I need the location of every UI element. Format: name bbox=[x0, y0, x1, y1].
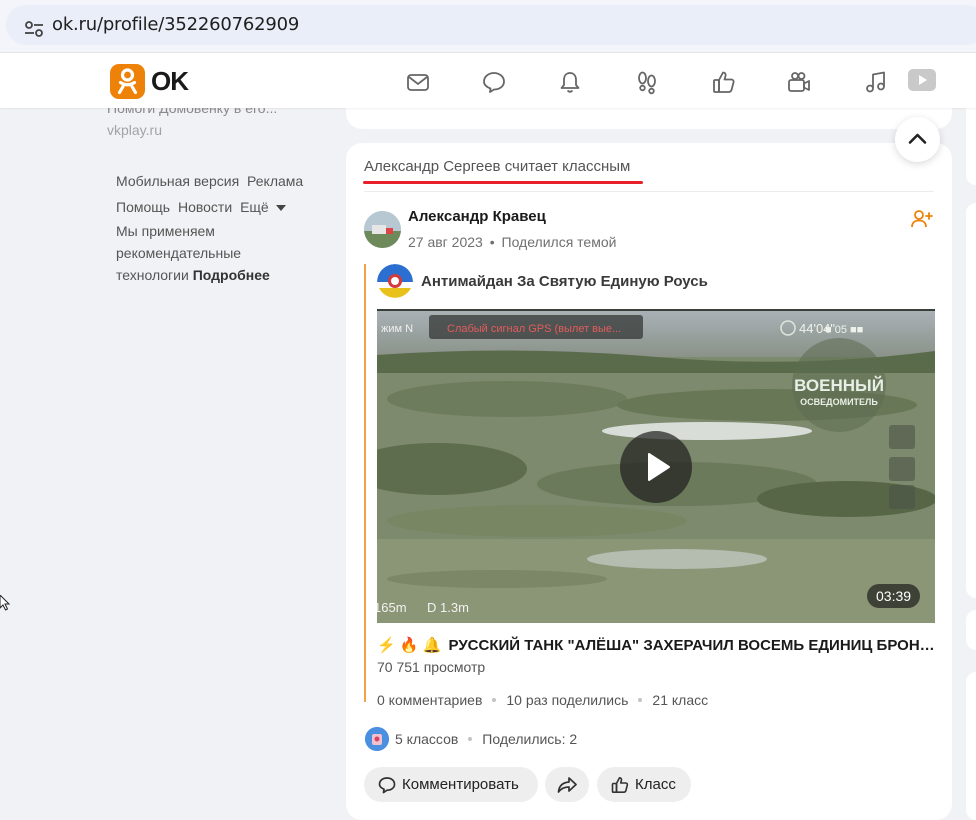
comment-button[interactable]: Комментировать bbox=[364, 767, 538, 802]
separator-dot bbox=[492, 698, 497, 702]
link-ads[interactable]: Реклама bbox=[247, 173, 303, 189]
play-icon bbox=[648, 453, 670, 481]
link-news[interactable]: Новости bbox=[178, 199, 232, 215]
play-button[interactable] bbox=[620, 431, 692, 503]
post-action: Поделился темой bbox=[501, 234, 617, 250]
guests-icon[interactable] bbox=[634, 69, 660, 95]
ok-logo[interactable]: OK bbox=[110, 63, 189, 99]
separator-dot bbox=[638, 698, 643, 702]
repost-indicator bbox=[364, 264, 366, 702]
music-icon[interactable] bbox=[863, 69, 889, 95]
post-stats: 0 комментариев 10 раз поделились 21 клас… bbox=[377, 692, 708, 708]
recommendation-note: Мы применяем рекомендательные технологии… bbox=[116, 223, 270, 283]
share-count[interactable]: 10 раз поделились bbox=[506, 692, 628, 708]
group-name[interactable]: Антимайдан За Святую Единую Роусь bbox=[421, 273, 708, 290]
author-name[interactable]: Александр Кравец bbox=[408, 208, 546, 225]
klass-count[interactable]: 21 класс bbox=[652, 692, 708, 708]
promo-url[interactable]: vkplay.ru bbox=[107, 122, 162, 138]
like-label: Класс bbox=[635, 776, 676, 793]
video-hud-top-left: жим N bbox=[381, 323, 413, 335]
like-icon[interactable] bbox=[711, 69, 737, 95]
right-panel-edge bbox=[966, 100, 976, 185]
video-hud-bottom-1: 165m bbox=[377, 600, 407, 615]
url-text: ok.ru/profile/352260762909 bbox=[52, 14, 300, 35]
logo-text: OK bbox=[151, 65, 189, 96]
chevron-up-icon bbox=[908, 133, 927, 144]
footer-links: Мобильная версия Реклама Помощь Новости … bbox=[116, 168, 336, 220]
like-button[interactable]: Класс bbox=[597, 767, 691, 802]
mail-icon[interactable] bbox=[405, 69, 431, 95]
url-field[interactable]: ok.ru/profile/352260762909 bbox=[6, 5, 976, 45]
video-camera-icon[interactable] bbox=[786, 69, 812, 95]
thumbs-up-icon bbox=[611, 776, 629, 793]
likes-summary: 5 классов Поделились: 2 bbox=[365, 727, 577, 751]
divider bbox=[364, 191, 934, 192]
share-button[interactable] bbox=[545, 767, 589, 802]
svg-text:■ 05 ■■: ■ 05 ■■ bbox=[825, 324, 863, 336]
post-title[interactable]: ⚡ 🔥 🔔 РУССКИЙ ТАНК "АЛЁША" ЗАХЕРАЧИЛ ВОС… bbox=[377, 636, 935, 654]
video-hud-bottom-2: D 1.3m bbox=[427, 600, 469, 615]
separator-dot bbox=[468, 737, 473, 741]
highlight-underline bbox=[363, 181, 643, 184]
scroll-to-top-button[interactable] bbox=[895, 117, 940, 162]
chat-icon[interactable] bbox=[481, 69, 507, 95]
add-friend-icon[interactable] bbox=[911, 209, 933, 229]
liker-avatar[interactable] bbox=[365, 727, 389, 751]
group-avatar[interactable] bbox=[377, 264, 413, 300]
title-emoji: ⚡ 🔥 🔔 bbox=[377, 637, 442, 654]
title-text: РУССКИЙ ТАНК "АЛЁША" ЗАХЕРАЧИЛ ВОСЕМЬ ЕД… bbox=[448, 637, 935, 654]
comment-icon bbox=[378, 776, 396, 793]
author-avatar[interactable] bbox=[364, 211, 401, 248]
bell-icon[interactable] bbox=[557, 69, 583, 95]
right-panel-edge bbox=[966, 610, 976, 650]
browser-address-bar: ok.ru/profile/352260762909 bbox=[0, 0, 976, 52]
view-count: 70 751 просмотр bbox=[377, 659, 486, 675]
caret-down-icon bbox=[275, 205, 286, 211]
mouse-cursor-icon bbox=[0, 595, 10, 611]
site-header: OK bbox=[0, 52, 976, 108]
watermark-line1: ВОЕННЫЙ bbox=[794, 376, 884, 395]
likes-count[interactable]: 5 классов bbox=[395, 731, 458, 747]
video-overlay-banner: Слабый сигнал GPS (вылет вые... bbox=[447, 323, 621, 335]
ok-logo-icon bbox=[110, 63, 145, 99]
link-more-info[interactable]: Подробнее bbox=[193, 267, 270, 283]
share-icon bbox=[557, 776, 577, 793]
comment-label: Комментировать bbox=[402, 776, 519, 793]
site-settings-icon[interactable] bbox=[24, 20, 44, 38]
shared-count[interactable]: Поделились: 2 bbox=[482, 731, 577, 747]
link-more[interactable]: Ещё bbox=[240, 199, 286, 215]
link-help[interactable]: Помощь bbox=[116, 199, 170, 215]
right-panel-edge bbox=[966, 203, 976, 598]
liker-line[interactable]: Александр Сергеев считает классным bbox=[364, 158, 630, 175]
right-panel-edge bbox=[966, 672, 976, 820]
link-mobile-version[interactable]: Мобильная версия bbox=[116, 173, 239, 189]
video-icon[interactable] bbox=[907, 67, 937, 93]
watermark-line2: ОСВЕДОМИТЕЛЬ bbox=[800, 397, 878, 407]
post-meta: 27 авг 2023 • Поделился темой bbox=[408, 234, 617, 250]
video-duration: 03:39 bbox=[867, 584, 921, 608]
post-date[interactable]: 27 авг 2023 bbox=[408, 234, 483, 250]
comment-count[interactable]: 0 комментариев bbox=[377, 692, 482, 708]
